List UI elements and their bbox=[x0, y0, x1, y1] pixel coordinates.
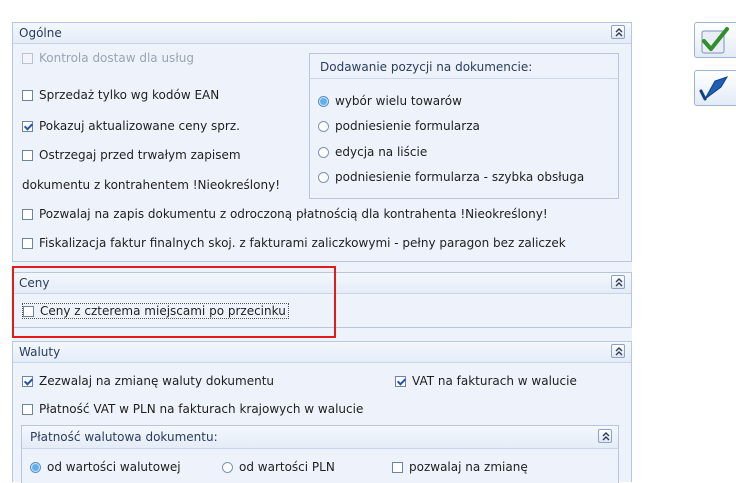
chevron-double-up-icon bbox=[615, 28, 623, 37]
save-icon bbox=[701, 27, 729, 54]
checkbox-box[interactable] bbox=[22, 376, 33, 387]
radio-wybor-wielu[interactable]: wybór wielu towarów bbox=[318, 94, 462, 108]
group-platnosc-header[interactable]: Płatność walutowa dokumentu: bbox=[22, 426, 618, 449]
radio-od-wartosci-walutowej[interactable]: od wartości walutowej bbox=[30, 460, 181, 474]
checkbox-box[interactable] bbox=[395, 376, 406, 387]
section-general-header[interactable]: Ogólne bbox=[13, 23, 631, 44]
section-currencies: Waluty Zezwalaj na zmianę waluty dokumen… bbox=[12, 341, 632, 483]
checkbox-label: Fiskalizacja faktur finalnych skoj. z fa… bbox=[39, 236, 566, 250]
radio-dot[interactable] bbox=[318, 121, 329, 132]
group-platnosc-title: Płatność walutowa dokumentu: bbox=[30, 430, 218, 444]
chevron-double-up-icon bbox=[615, 278, 623, 287]
checkbox-pozwalaj-na-zmiane[interactable]: pozwalaj na zmianę bbox=[392, 460, 528, 474]
radio-label: podniesienie formularza bbox=[335, 119, 480, 133]
checkbox-box[interactable] bbox=[22, 90, 33, 101]
checkbox-label: Pozwalaj na zapis dokumentu z odroczoną … bbox=[39, 207, 548, 221]
undo-button[interactable] bbox=[694, 70, 736, 106]
radio-label: od wartości PLN bbox=[239, 460, 335, 474]
checkbox-box[interactable] bbox=[22, 238, 33, 249]
checkbox-sprzedaz-ean[interactable]: Sprzedaż tylko wg kodów EAN bbox=[22, 88, 219, 102]
collapse-platnosc-button[interactable] bbox=[598, 429, 612, 443]
collapse-prices-button[interactable] bbox=[611, 275, 625, 289]
checkbox-box[interactable] bbox=[22, 121, 33, 132]
checkbox-box[interactable] bbox=[392, 462, 403, 473]
checkbox-label: Zezwalaj na zmianę waluty dokumentu bbox=[39, 374, 275, 388]
section-currencies-header[interactable]: Waluty bbox=[13, 342, 631, 363]
radio-label: wybór wielu towarów bbox=[335, 94, 462, 108]
radio-label: od wartości walutowej bbox=[47, 460, 181, 474]
group-dodawanie-title: Dodawanie pozycji na dokumencie: bbox=[320, 60, 533, 74]
checkbox-box[interactable] bbox=[22, 53, 33, 64]
group-platnosc-walutowa: Płatność walutowa dokumentu: od wartości… bbox=[21, 425, 619, 483]
checkbox-zmiana-waluty[interactable]: Zezwalaj na zmianę waluty dokumentu bbox=[22, 374, 274, 388]
checkbox-pokazuj-ceny[interactable]: Pokazuj aktualizowane ceny sprz. bbox=[22, 119, 240, 133]
checkbox-label: Sprzedaż tylko wg kodów EAN bbox=[39, 88, 220, 102]
radio-dot[interactable] bbox=[222, 462, 233, 473]
radio-dot[interactable] bbox=[318, 172, 329, 183]
checkbox-vat-w-walucie[interactable]: VAT na fakturach w walucie bbox=[395, 374, 577, 388]
radio-edycja-na-liscie[interactable]: edycja na liście bbox=[318, 145, 427, 159]
checkbox-label: pozwalaj na zmianę bbox=[409, 460, 528, 474]
checkbox-label: VAT na fakturach w walucie bbox=[412, 374, 577, 388]
chevron-double-up-icon bbox=[615, 347, 623, 356]
radio-podniesienie[interactable]: podniesienie formularza bbox=[318, 119, 480, 133]
checkbox-box[interactable] bbox=[22, 150, 33, 161]
section-general-title: Ogólne bbox=[19, 26, 62, 40]
checkbox-label: dokumentu z kontrahentem !Nieokreślony! bbox=[22, 178, 280, 192]
collapse-general-button[interactable] bbox=[611, 25, 625, 39]
radio-label: edycja na liście bbox=[335, 145, 428, 159]
checkbox-ostrzegaj[interactable]: Ostrzegaj przed trwałym zapisem bbox=[22, 148, 241, 162]
radio-dot[interactable] bbox=[318, 147, 329, 158]
radio-dot[interactable] bbox=[30, 462, 41, 473]
checkbox-odroczona-platnosc[interactable]: Pozwalaj na zapis dokumentu z odroczoną … bbox=[22, 207, 548, 221]
checkbox-platnosc-vat-pln[interactable]: Płatność VAT w PLN na fakturach krajowyc… bbox=[22, 402, 363, 416]
checkbox-label: Ostrzegaj przed trwałym zapisem bbox=[39, 148, 241, 162]
section-currencies-title: Waluty bbox=[19, 345, 61, 359]
group-dodawanie-pozycji: Dodawanie pozycji na dokumencie: wybór w… bbox=[309, 53, 619, 199]
checkbox-label: Kontrola dostaw dla usług bbox=[39, 51, 194, 65]
radio-dot[interactable] bbox=[318, 96, 329, 107]
checkbox-box[interactable] bbox=[22, 404, 33, 415]
checkbox-fiskalizacja[interactable]: Fiskalizacja faktur finalnych skoj. z fa… bbox=[22, 236, 566, 250]
checkbox-label: Pokazuj aktualizowane ceny sprz. bbox=[39, 119, 240, 133]
radio-label: podniesienie formularza - szybka obsługa bbox=[335, 170, 585, 184]
highlight-annotation bbox=[12, 266, 336, 338]
radio-od-wartosci-pln[interactable]: od wartości PLN bbox=[222, 460, 335, 474]
checkbox-box[interactable] bbox=[22, 209, 33, 220]
checkbox-ostrzegaj-continuation: dokumentu z kontrahentem !Nieokreślony! bbox=[22, 178, 280, 192]
undo-icon bbox=[699, 76, 729, 101]
collapse-currencies-button[interactable] bbox=[611, 344, 625, 358]
save-button[interactable] bbox=[694, 22, 736, 58]
group-divider bbox=[310, 78, 618, 79]
chevron-double-up-icon bbox=[602, 432, 610, 441]
radio-szybka-obsluga[interactable]: podniesienie formularza - szybka obsługa bbox=[318, 170, 584, 184]
checkbox-kontrola-dostaw[interactable]: Kontrola dostaw dla usług bbox=[22, 51, 194, 65]
section-general: Ogólne Kontrola dostaw dla usług Sprzeda… bbox=[12, 22, 632, 262]
checkbox-label: Płatność VAT w PLN na fakturach krajowyc… bbox=[39, 402, 364, 416]
